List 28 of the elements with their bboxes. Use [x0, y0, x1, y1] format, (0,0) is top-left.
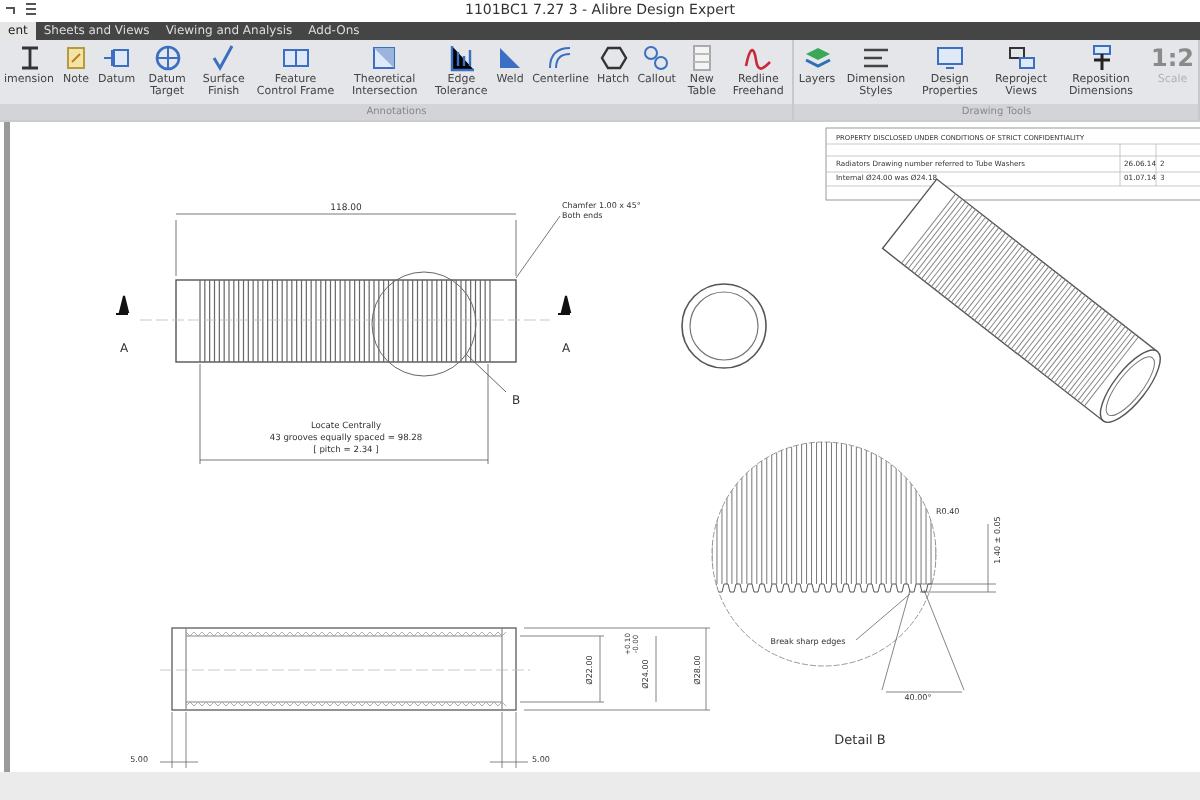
datum-icon	[102, 43, 131, 72]
menu-icon[interactable]	[24, 2, 38, 16]
chain-icon	[642, 43, 671, 72]
chart-icon	[447, 43, 476, 72]
note-icon	[62, 43, 90, 72]
table-icon	[687, 43, 716, 72]
leader-line	[465, 353, 507, 393]
lines-icon	[861, 43, 890, 72]
section-arrow-icon	[557, 295, 572, 316]
monitor-icon	[935, 43, 964, 72]
leader-line	[855, 594, 911, 641]
check-icon	[209, 43, 238, 72]
leader-line	[515, 216, 561, 279]
triangle-icon	[370, 43, 399, 72]
tube-end-drawing	[681, 283, 767, 370]
squiggle-icon	[744, 43, 773, 72]
detail-circle	[371, 271, 477, 377]
angle-dimension	[881, 590, 965, 693]
frame-icon	[281, 43, 310, 72]
triangle-icon	[496, 43, 525, 72]
crosshair-circle-icon	[153, 43, 182, 72]
shapes-icon	[1007, 43, 1036, 72]
curve-icon	[546, 43, 575, 72]
section-arrow-icon	[115, 295, 130, 316]
scale-icon: 1:2	[1151, 51, 1194, 64]
figure-icon	[1087, 43, 1115, 72]
layers-icon	[803, 43, 832, 72]
hexagon-icon	[599, 43, 628, 72]
